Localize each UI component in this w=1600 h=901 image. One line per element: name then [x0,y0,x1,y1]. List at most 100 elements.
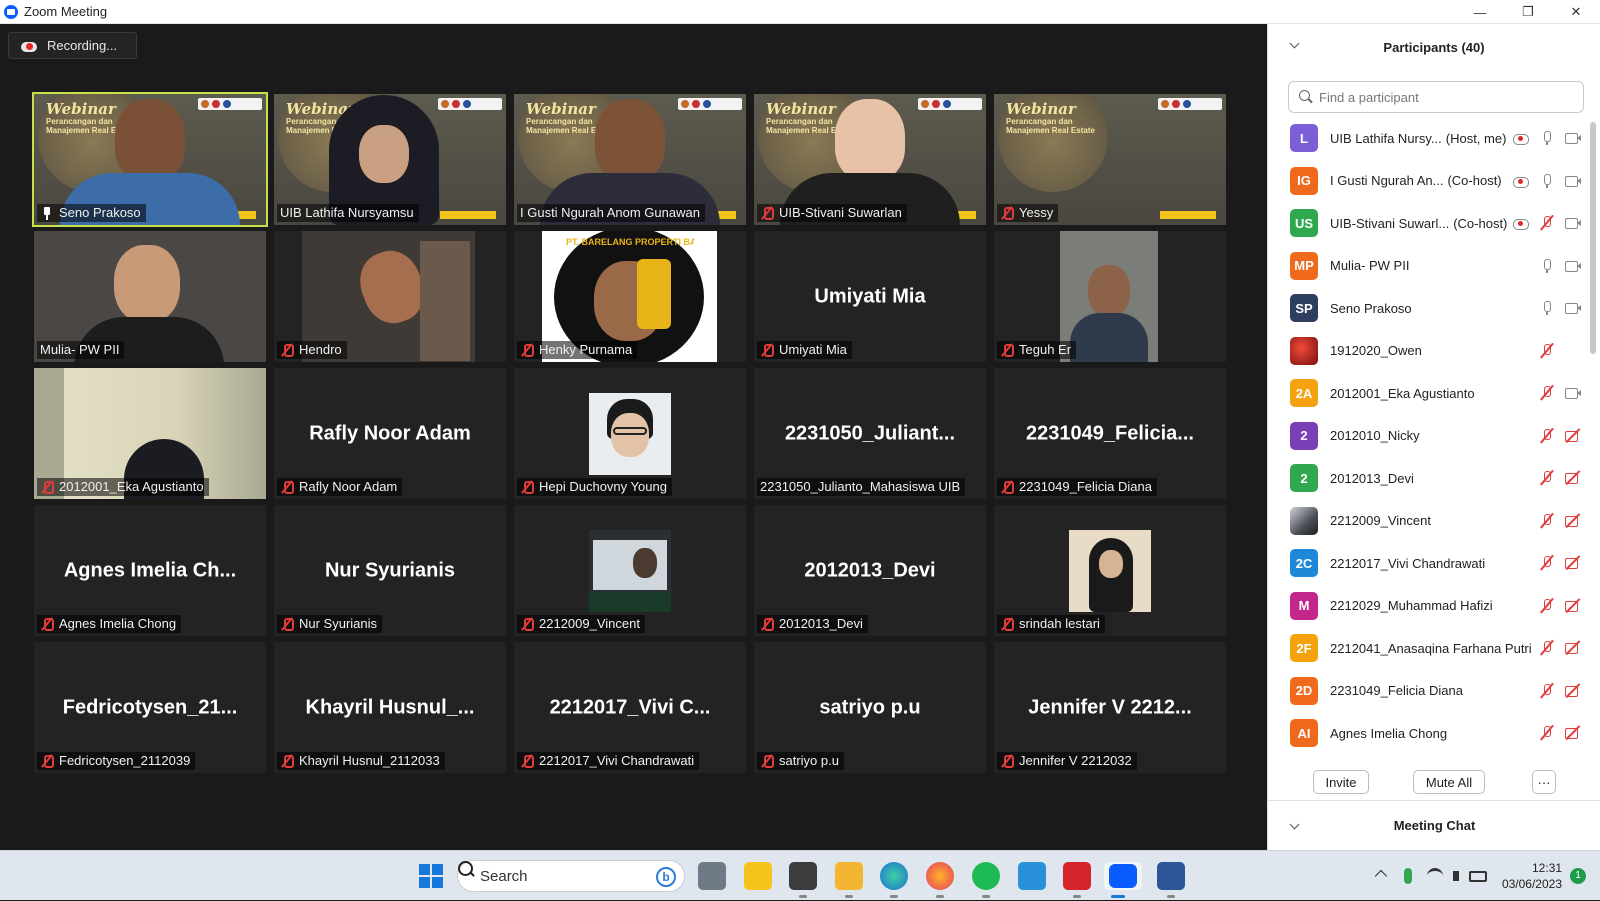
muted-mic-icon[interactable] [1538,683,1556,699]
video-camera-icon[interactable] [1564,215,1582,231]
video-camera-icon[interactable] [1564,130,1582,146]
speaker-icon[interactable] [1452,871,1459,881]
video-tile[interactable]: Hendro [274,231,506,362]
video-camera-icon[interactable] [1564,258,1582,274]
participant-row[interactable]: M 2212029_Muhammad Hafizi [1268,585,1590,628]
video-tile[interactable]: Webinar Perancangan dan Manajemen Real Es… [754,94,986,225]
participant-row[interactable]: 2212009_Vincent [1268,500,1590,543]
video-tile[interactable]: Hepi Duchovny Young [514,368,746,499]
taskbar-clock[interactable]: 12:31 03/06/2023 [1502,860,1562,892]
muted-mic-icon[interactable] [1538,725,1556,741]
video-camera-icon[interactable] [1564,173,1582,189]
chevron-up-icon[interactable] [1374,869,1388,883]
taskbar-search[interactable]: Search b [457,860,685,892]
sticky-notes-icon[interactable] [744,862,772,890]
video-tile[interactable]: Nur Syurianis Nur Syurianis [274,505,506,636]
video-tile[interactable]: Webinar Perancangan dan Manajemen Real Es… [274,94,506,225]
video-tile[interactable]: 2012001_Eka Agustianto [34,368,266,499]
muted-mic-icon[interactable] [1538,428,1556,444]
video-tile[interactable]: srindah lestari [994,505,1226,636]
notification-badge[interactable]: 1 [1570,868,1586,884]
video-tile[interactable]: Khayril Husnul_... Khayril Husnul_2112033 [274,642,506,773]
participant-row[interactable]: 2 2012013_Devi [1268,457,1590,500]
muted-mic-icon[interactable] [1538,640,1556,656]
muted-mic-icon[interactable] [1538,215,1556,231]
close-button[interactable]: ✕ [1552,0,1600,24]
video-tile[interactable]: Rafly Noor Adam Rafly Noor Adam [274,368,506,499]
participant-row[interactable]: 2A 2012001_Eka Agustianto [1268,372,1590,415]
video-tile[interactable]: Teguh Er [994,231,1226,362]
participant-row[interactable]: IG I Gusti Ngurah An... (Co-host) [1268,160,1590,203]
video-tile[interactable]: 2231049_Felicia... 2231049_Felicia Diana [994,368,1226,499]
video-off-icon[interactable] [1564,513,1582,529]
video-camera-icon[interactable] [1564,385,1582,401]
microphone-icon[interactable] [1538,258,1556,274]
video-tile[interactable]: satriyo p.u satriyo p.u [754,642,986,773]
recording-indicator[interactable]: Recording... [8,32,137,59]
video-off-icon[interactable] [1564,428,1582,444]
participant-search-input[interactable] [1319,89,1569,105]
microphone-icon[interactable] [1538,173,1556,189]
spotify-icon[interactable] [972,862,1000,898]
muted-mic-icon[interactable] [1538,555,1556,571]
windows-start-button[interactable] [419,864,443,888]
calendar-app-icon[interactable] [789,862,817,898]
video-camera-icon[interactable] [1564,300,1582,316]
video-tile[interactable]: 2231050_Juliant... 2231050_Julianto_Mahas… [754,368,986,499]
minimize-button[interactable]: — [1456,0,1504,24]
file-explorer-icon[interactable] [835,862,863,898]
battery-icon[interactable] [1468,870,1487,882]
firefox-icon[interactable] [926,862,954,898]
video-tile[interactable]: 2212009_Vincent [514,505,746,636]
muted-mic-icon[interactable] [1538,598,1556,614]
participant-row[interactable]: SP Seno Prakoso [1268,287,1590,330]
participant-row[interactable]: US UIB-Stivani Suwarl... (Co-host) [1268,202,1590,245]
mute-all-button[interactable]: Mute All [1413,770,1485,794]
edge-browser-icon[interactable] [880,862,908,898]
video-tile[interactable]: 2012013_Devi 2012013_Devi [754,505,986,636]
acrobat-reader-icon[interactable] [1063,862,1091,898]
participant-list-scrollbar[interactable] [1590,122,1596,354]
participant-row[interactable]: 2C 2212017_Vivi Chandrawati [1268,542,1590,585]
microphone-icon[interactable] [1403,868,1412,884]
chevron-down-icon[interactable] [1290,40,1300,50]
video-tile[interactable]: Webinar Perancangan dan Manajemen Real Es… [514,94,746,225]
word-app-icon[interactable] [1157,862,1185,898]
video-tile[interactable]: Jennifer V 2212... Jennifer V 2212032 [994,642,1226,773]
video-off-icon[interactable] [1564,725,1582,741]
video-tile[interactable]: Agnes Imelia Ch... Agnes Imelia Chong [34,505,266,636]
video-tile[interactable]: Mulia- PW PII [34,231,266,362]
participant-search[interactable] [1288,81,1584,113]
participant-row[interactable]: 1912020_Owen [1268,330,1590,373]
muted-mic-icon[interactable] [1538,385,1556,401]
video-off-icon[interactable] [1564,555,1582,571]
microphone-icon[interactable] [1538,300,1556,316]
microphone-icon[interactable] [1538,130,1556,146]
chevron-down-icon[interactable] [1290,821,1300,831]
invite-button[interactable]: Invite [1313,770,1369,794]
video-tile[interactable]: 2212017_Vivi C... 2212017_Vivi Chandrawat… [514,642,746,773]
video-tile[interactable]: Fedricotysen_21... Fedricotysen_2112039 [34,642,266,773]
muted-mic-icon[interactable] [1538,343,1556,359]
participant-row[interactable]: 2 2012010_Nicky [1268,415,1590,458]
wifi-icon[interactable] [1426,868,1443,884]
task-view-icon[interactable] [698,862,726,890]
participant-row[interactable]: L UIB Lathifa Nursy... (Host, me) [1268,117,1590,160]
photos-app-icon[interactable] [1018,862,1046,890]
muted-mic-icon[interactable] [1538,470,1556,486]
meeting-chat-header[interactable]: Meeting Chat [1268,800,1600,850]
video-off-icon[interactable] [1564,470,1582,486]
participant-row[interactable]: MP Mulia- PW PII [1268,245,1590,288]
participant-row[interactable]: AI Agnes Imelia Chong [1268,712,1590,755]
video-tile[interactable]: Webinar Perancangan dan Manajemen Real Es… [994,94,1226,225]
video-off-icon[interactable] [1564,683,1582,699]
restore-button[interactable]: ❐ [1504,0,1552,24]
muted-mic-icon[interactable] [1538,513,1556,529]
zoom-taskbar-icon[interactable] [1104,862,1142,898]
bing-icon[interactable]: b [656,867,676,887]
video-off-icon[interactable] [1564,640,1582,656]
more-options-button[interactable]: ··· [1532,770,1556,794]
video-off-icon[interactable] [1564,598,1582,614]
video-tile[interactable]: PT. BARELANG PROPERTI BATAM Henky Purnama [514,231,746,362]
no-video-icon[interactable] [1564,343,1582,359]
